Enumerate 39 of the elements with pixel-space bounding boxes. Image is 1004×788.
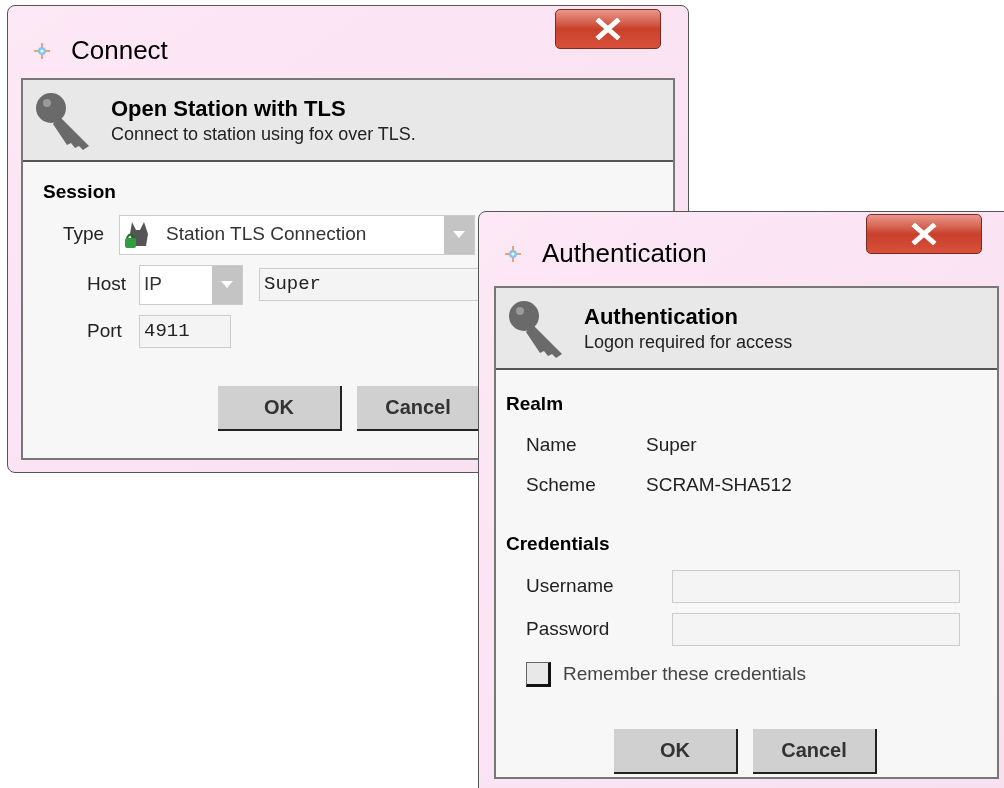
app-icon [504, 244, 522, 263]
dropdown-value: Station TLS Connection [166, 222, 368, 247]
protocol-dropdown[interactable]: IP [139, 264, 243, 305]
field-label: Port [87, 318, 123, 343]
field-label: Username [526, 574, 615, 599]
field-label: Password [526, 617, 611, 642]
section-heading: Realm [506, 392, 565, 416]
header-title: Authentication [584, 303, 739, 331]
input-field[interactable] [672, 613, 960, 646]
caret-icon [453, 231, 465, 238]
dialog-button[interactable]: OK [614, 728, 738, 774]
header-title: Open Station with TLS [111, 95, 347, 123]
close-button[interactable] [866, 214, 982, 254]
section-heading: Session [43, 180, 117, 204]
field-value: Super [646, 432, 697, 457]
dialog-button[interactable]: OK [218, 385, 342, 431]
caret-icon [221, 281, 233, 288]
close-icon [911, 223, 937, 245]
dialog-button[interactable]: Cancel [753, 728, 877, 774]
field-label: Type [63, 222, 106, 247]
input-field[interactable] [672, 570, 960, 603]
dropdown-value: IP [143, 272, 163, 297]
type-dropdown[interactable]: Station TLS Connection [119, 214, 475, 255]
checkbox-label: Remember these credentials [563, 662, 806, 686]
port-field[interactable]: 4911 [139, 314, 231, 348]
window-title: Connect [71, 34, 168, 67]
field-label: Scheme [526, 473, 597, 497]
app-icon [33, 41, 51, 60]
field-value: SCRAM-SHA512 [646, 473, 792, 497]
header-subtitle: Logon required for access [584, 330, 793, 353]
window-title: Authentication [542, 237, 707, 270]
dialog-button[interactable]: Cancel [357, 385, 481, 431]
field-label: Name [526, 432, 578, 457]
field-label: Host [87, 272, 128, 297]
header-subtitle: Connect to station using fox over TLS. [111, 122, 416, 145]
close-button[interactable] [555, 9, 661, 49]
checkbox[interactable] [526, 661, 551, 687]
close-icon [595, 18, 621, 40]
section-heading: Credentials [506, 531, 611, 556]
